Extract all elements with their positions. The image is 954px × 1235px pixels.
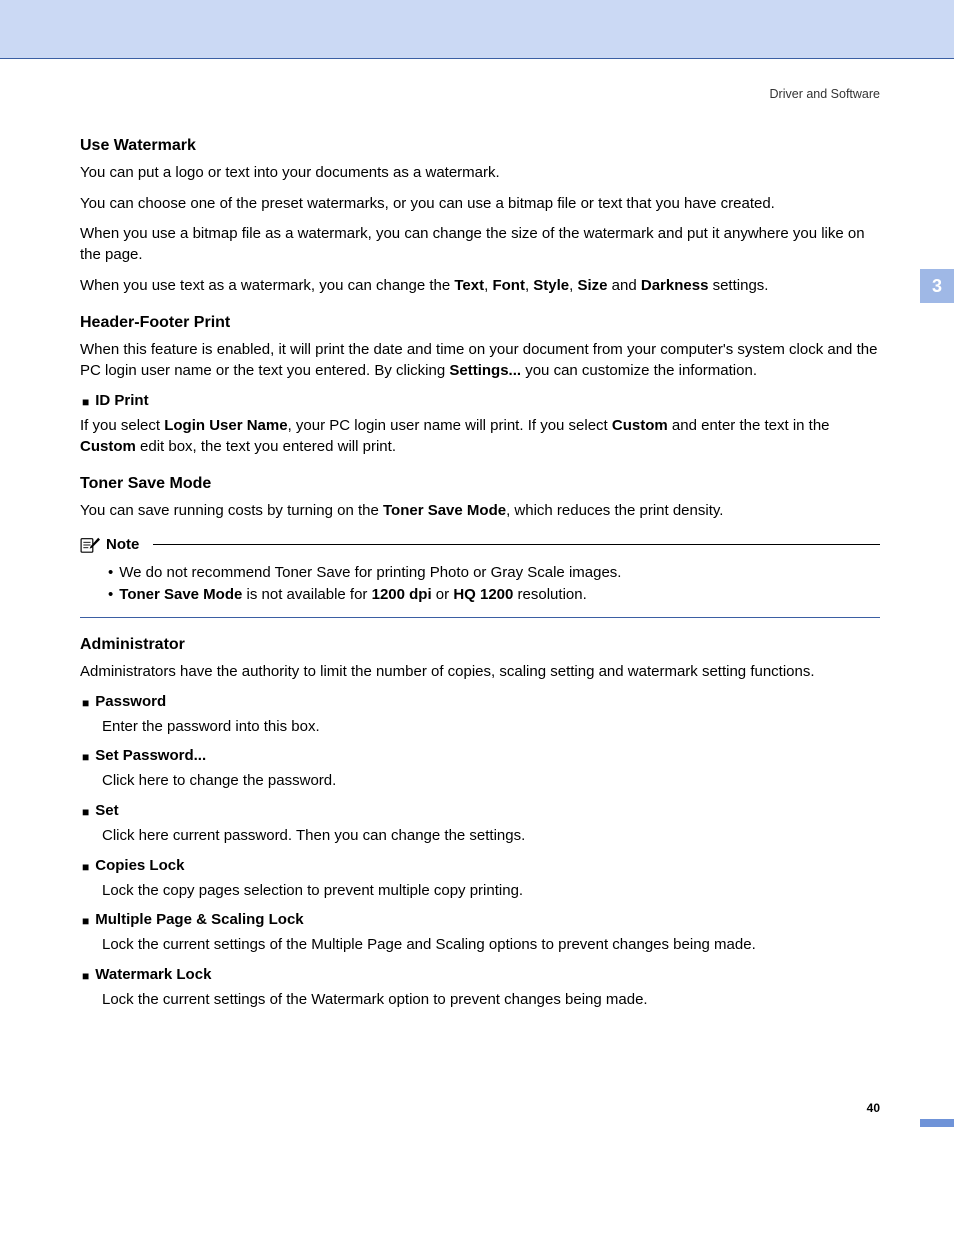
body-text: When you use text as a watermark, you ca… — [80, 276, 880, 297]
running-head: Driver and Software — [80, 87, 880, 101]
sub-item-title: Multiple Page & Scaling Lock — [95, 911, 303, 928]
note-block: Note • We do not recommend Toner Save fo… — [80, 536, 880, 618]
page-number-bar — [920, 1119, 954, 1127]
note-item: • We do not recommend Toner Save for pri… — [108, 562, 880, 585]
sub-item-password: ■ Password — [80, 693, 880, 713]
body-text: When this feature is enabled, it will pr… — [80, 340, 880, 381]
sub-item-body: Lock the copy pages selection to prevent… — [102, 881, 880, 902]
sub-item-body: Click here current password. Then you ca… — [102, 826, 880, 847]
bullet-icon: • — [108, 584, 113, 607]
body-text: When you use a bitmap file as a watermar… — [80, 224, 880, 265]
sub-item-body: Lock the current settings of the Waterma… — [102, 990, 880, 1011]
body-text: You can choose one of the preset waterma… — [80, 194, 880, 215]
sub-item-body: Click here to change the password. — [102, 771, 880, 792]
page-content: Driver and Software 3 Use Watermark You … — [0, 59, 954, 1141]
sub-item-multiple-page-scaling-lock: ■ Multiple Page & Scaling Lock — [80, 911, 880, 931]
sub-item-body: Lock the current settings of the Multipl… — [102, 935, 880, 956]
body-text: You can save running costs by turning on… — [80, 501, 880, 522]
sub-item-title: Set Password... — [95, 747, 206, 764]
sub-item-title: Set — [95, 802, 118, 819]
note-label: Note — [106, 536, 139, 553]
page-number: 40 — [867, 1101, 880, 1115]
note-rule — [153, 544, 880, 545]
sub-item-title: Password — [95, 693, 166, 710]
body-text: You can put a logo or text into your doc… — [80, 163, 880, 184]
note-pencil-icon — [80, 536, 102, 554]
heading-administrator: Administrator — [80, 636, 880, 654]
sub-item-set-password: ■ Set Password... — [80, 747, 880, 767]
square-bullet-icon: ■ — [80, 802, 89, 822]
square-bullet-icon: ■ — [80, 911, 89, 931]
sub-item-body: Enter the password into this box. — [102, 717, 880, 738]
square-bullet-icon: ■ — [80, 747, 89, 767]
heading-header-footer: Header-Footer Print — [80, 314, 880, 332]
heading-toner-save: Toner Save Mode — [80, 475, 880, 493]
note-end-rule — [80, 617, 880, 618]
sub-item-set: ■ Set — [80, 802, 880, 822]
sub-item-copies-lock: ■ Copies Lock — [80, 857, 880, 877]
note-list: • We do not recommend Toner Save for pri… — [108, 562, 880, 607]
chapter-tab: 3 — [920, 269, 954, 303]
note-header: Note — [80, 536, 880, 554]
sub-item-title: Copies Lock — [95, 857, 184, 874]
header-band — [0, 0, 954, 58]
square-bullet-icon: ■ — [80, 966, 89, 986]
sub-item-title: Watermark Lock — [95, 966, 211, 983]
sub-item-title: ID Print — [95, 392, 148, 409]
bullet-icon: • — [108, 562, 113, 585]
body-text: If you select Login User Name, your PC l… — [80, 416, 880, 457]
square-bullet-icon: ■ — [80, 392, 89, 412]
heading-use-watermark: Use Watermark — [80, 137, 880, 155]
note-item: • Toner Save Mode is not available for 1… — [108, 584, 880, 607]
sub-item-id-print: ■ ID Print — [80, 392, 880, 412]
body-text: Administrators have the authority to lim… — [80, 662, 880, 683]
sub-item-watermark-lock: ■ Watermark Lock — [80, 966, 880, 986]
square-bullet-icon: ■ — [80, 857, 89, 877]
square-bullet-icon: ■ — [80, 693, 89, 713]
